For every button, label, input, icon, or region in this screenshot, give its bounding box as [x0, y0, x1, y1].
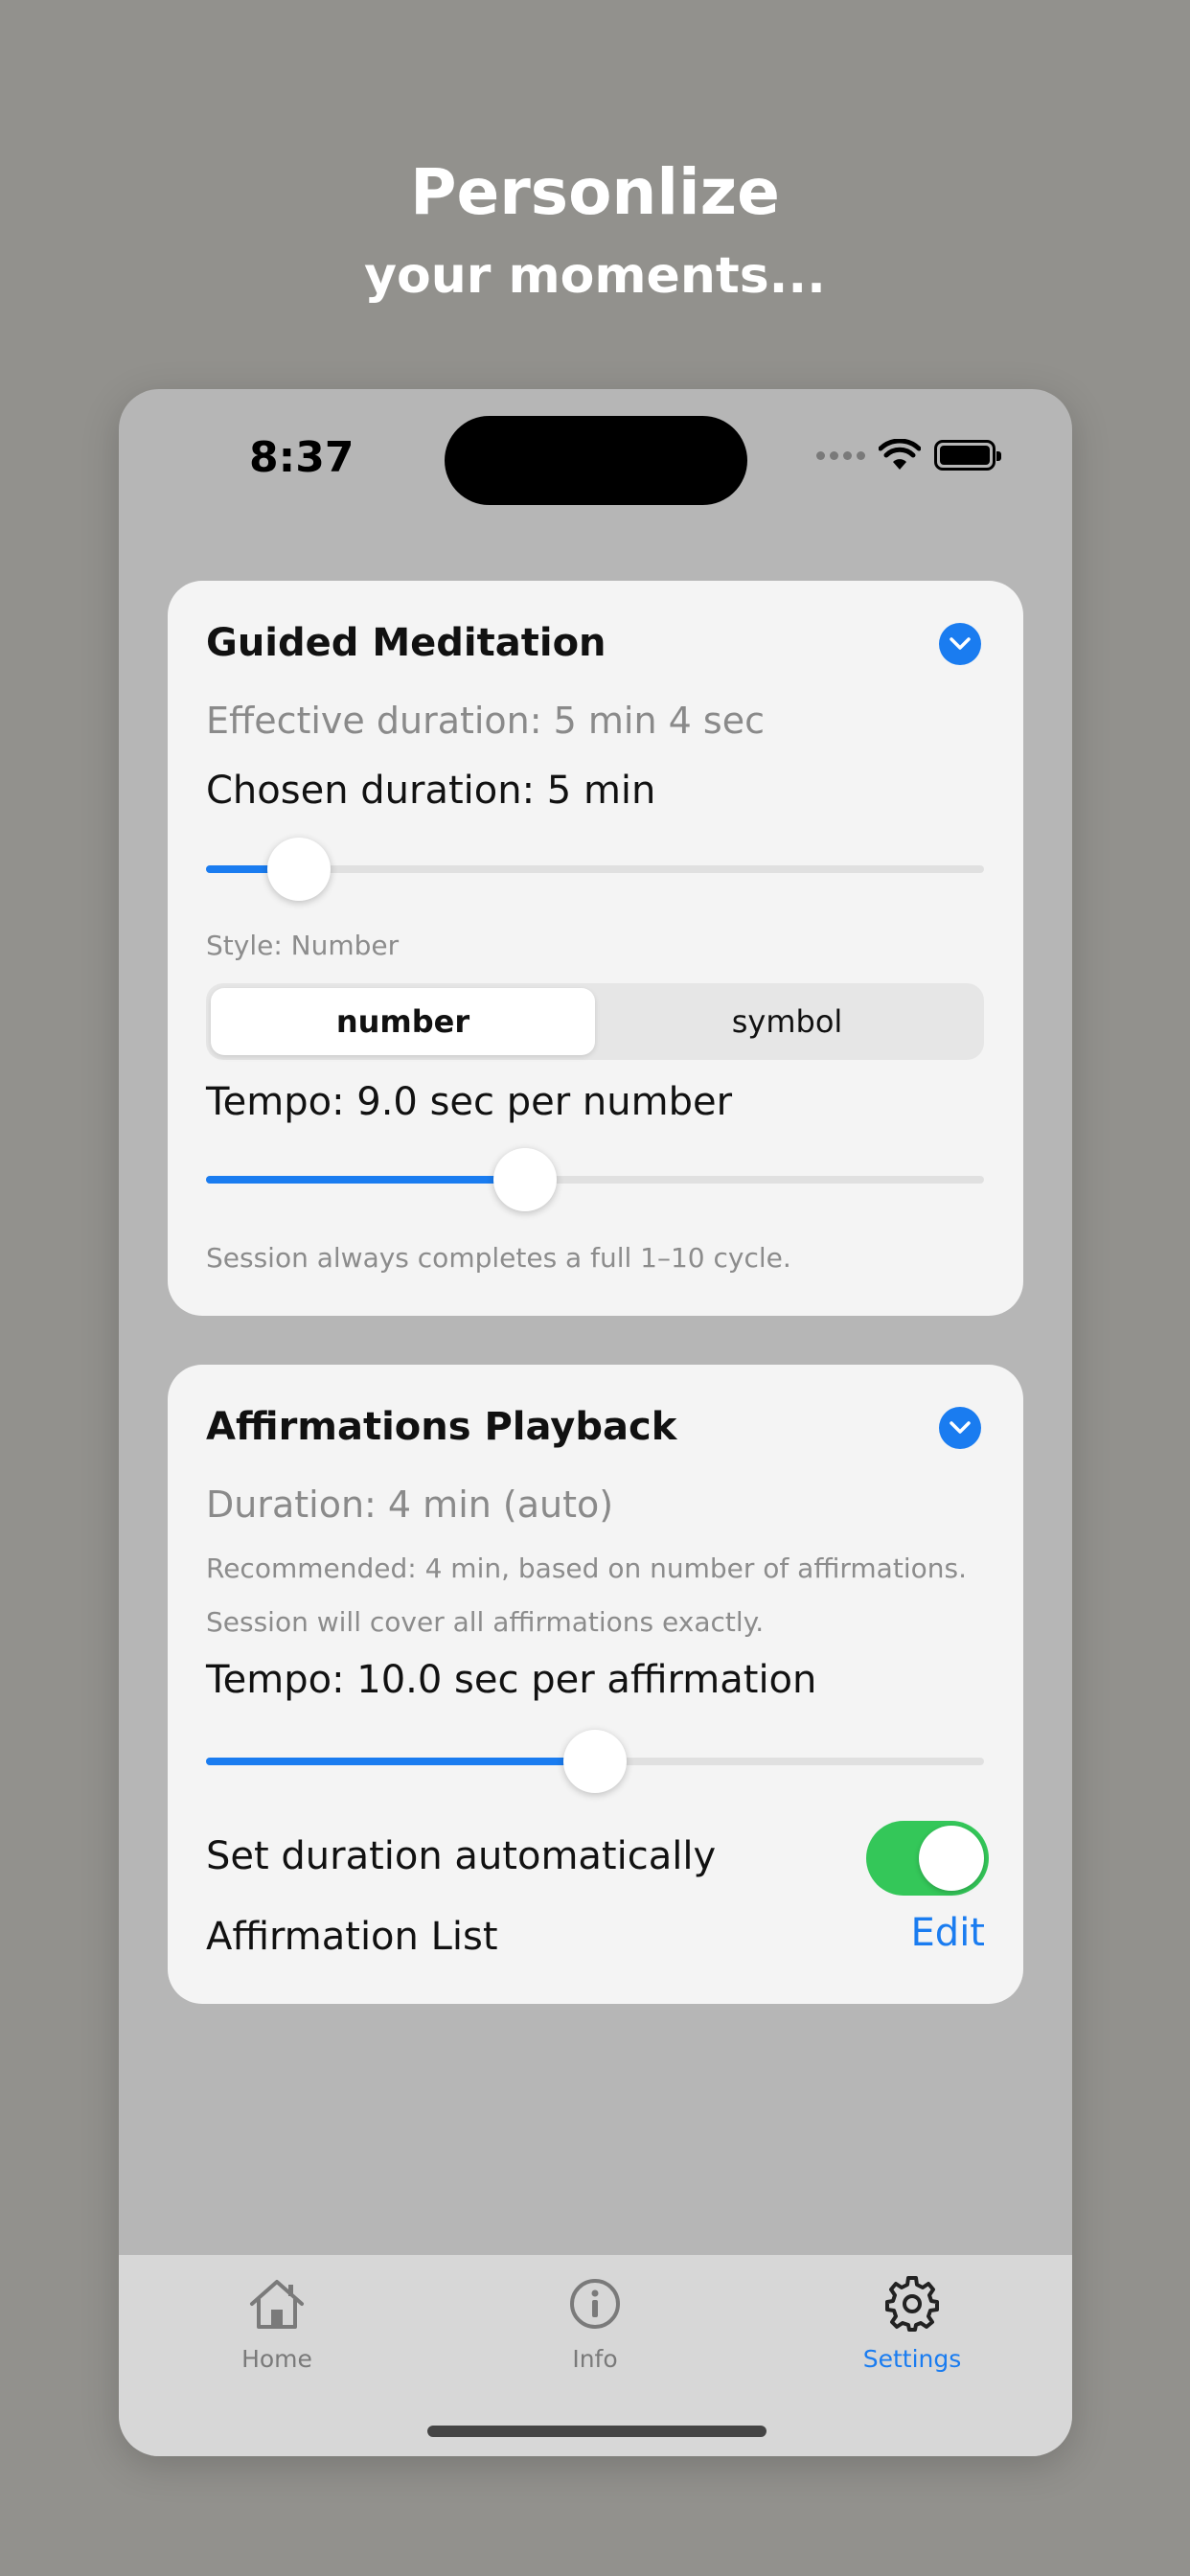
tempo-slider-thumb[interactable]	[492, 1148, 557, 1211]
tab-home-label: Home	[241, 2345, 312, 2373]
guided-meditation-title: Guided Meditation	[206, 621, 606, 665]
effective-duration-text: Effective duration: 5 min 4 sec	[206, 700, 765, 742]
affirmation-tempo-slider-fill	[206, 1758, 595, 1765]
dynamic-island	[445, 416, 747, 505]
affirmations-title: Affirmations Playback	[206, 1405, 677, 1449]
tab-settings[interactable]: Settings	[826, 2274, 998, 2373]
cycle-note: Session always completes a full 1–10 cyc…	[206, 1242, 791, 1274]
battery-icon	[934, 440, 1001, 471]
affirmations-card: Affirmations Playback Duration: 4 min (a…	[168, 1365, 1023, 2004]
style-segmented-control[interactable]: number symbol	[206, 983, 984, 1060]
home-indicator	[427, 2426, 767, 2437]
affirmation-tempo-text: Tempo: 10.0 sec per affirmation	[206, 1658, 817, 1702]
tab-home[interactable]: Home	[191, 2274, 363, 2373]
guided-meditation-card: Guided Meditation Effective duration: 5 …	[168, 581, 1023, 1316]
style-label: Style: Number	[206, 930, 400, 961]
cellular-signal-icon	[816, 450, 865, 460]
status-time: 8:37	[249, 433, 355, 482]
promo-headline: Personlize	[410, 155, 780, 229]
edit-affirmations-button[interactable]: Edit	[911, 1911, 985, 1955]
auto-duration-toggle[interactable]	[866, 1821, 989, 1896]
style-option-number[interactable]: number	[211, 988, 595, 1055]
duration-slider-thumb[interactable]	[267, 838, 332, 901]
affirmation-list-label: Affirmation List	[206, 1915, 498, 1959]
style-option-symbol[interactable]: symbol	[595, 988, 979, 1055]
affirmations-duration-text: Duration: 4 min (auto)	[206, 1484, 614, 1526]
affirmation-tempo-slider[interactable]	[206, 1730, 984, 1793]
phone-screen: 8:37 Guided Meditation Effective duratio…	[119, 389, 1072, 2456]
chevron-down-icon[interactable]	[939, 1407, 981, 1449]
auto-duration-label: Set duration automatically	[206, 1834, 717, 1878]
info-circle-icon	[570, 2279, 620, 2329]
tab-settings-label: Settings	[862, 2345, 962, 2373]
status-icons	[816, 439, 1001, 472]
chevron-down-icon[interactable]	[939, 623, 981, 665]
house-icon	[250, 2280, 304, 2329]
tempo-text: Tempo: 9.0 sec per number	[206, 1080, 733, 1124]
wifi-icon	[879, 439, 921, 470]
tab-info[interactable]: Info	[509, 2274, 681, 2373]
duration-slider[interactable]	[206, 838, 984, 901]
tab-info-label: Info	[572, 2345, 618, 2373]
coverage-text: Session will cover all affirmations exac…	[206, 1606, 765, 1638]
toggle-knob	[919, 1826, 984, 1891]
chosen-duration-text: Chosen duration: 5 min	[206, 769, 656, 813]
promo-subheadline: your moments...	[364, 247, 826, 305]
affirmation-tempo-slider-thumb[interactable]	[563, 1730, 627, 1793]
recommended-text: Recommended: 4 min, based on number of a…	[206, 1552, 967, 1584]
tab-bar: Home Info Settings	[119, 2255, 1072, 2456]
gear-icon	[885, 2276, 939, 2332]
tempo-slider-fill	[206, 1176, 525, 1184]
tempo-slider[interactable]	[206, 1148, 984, 1211]
